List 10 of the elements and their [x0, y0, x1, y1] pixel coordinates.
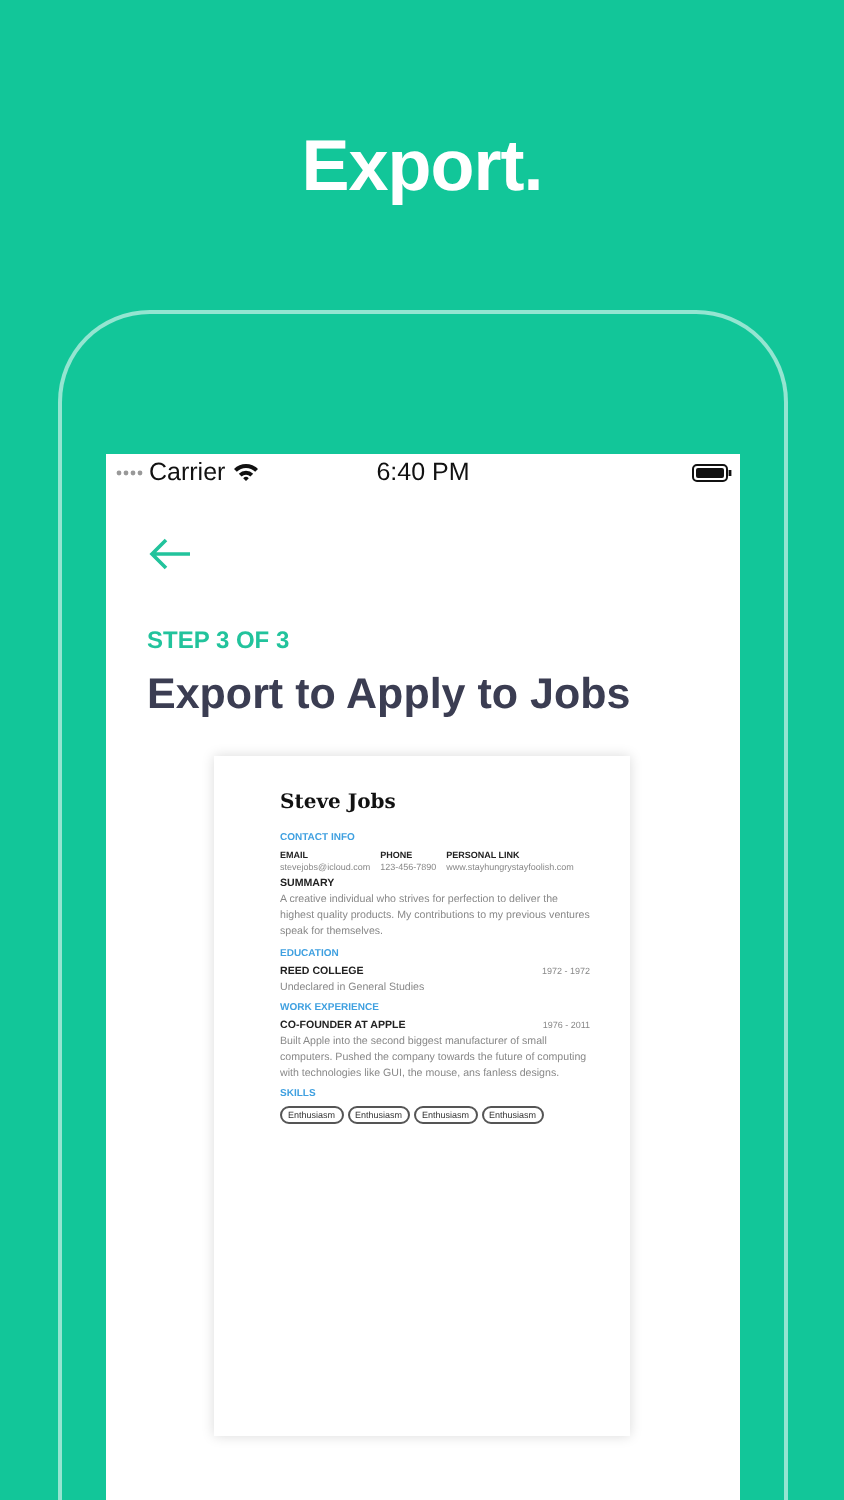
back-arrow-icon[interactable] — [147, 538, 191, 570]
status-time: 6:40 PM — [374, 458, 472, 486]
screen-heading: Export to Apply to Jobs — [147, 670, 633, 720]
resume-name: Steve Jobs — [280, 792, 398, 814]
carrier-label: Carrier — [149, 458, 226, 486]
battery-icon — [691, 463, 731, 481]
signal-icon — [115, 469, 143, 475]
banner-title: Export. — [301, 124, 543, 208]
wifi-icon — [231, 462, 260, 482]
step-label: STEP 3 OF 3 — [147, 626, 292, 654]
